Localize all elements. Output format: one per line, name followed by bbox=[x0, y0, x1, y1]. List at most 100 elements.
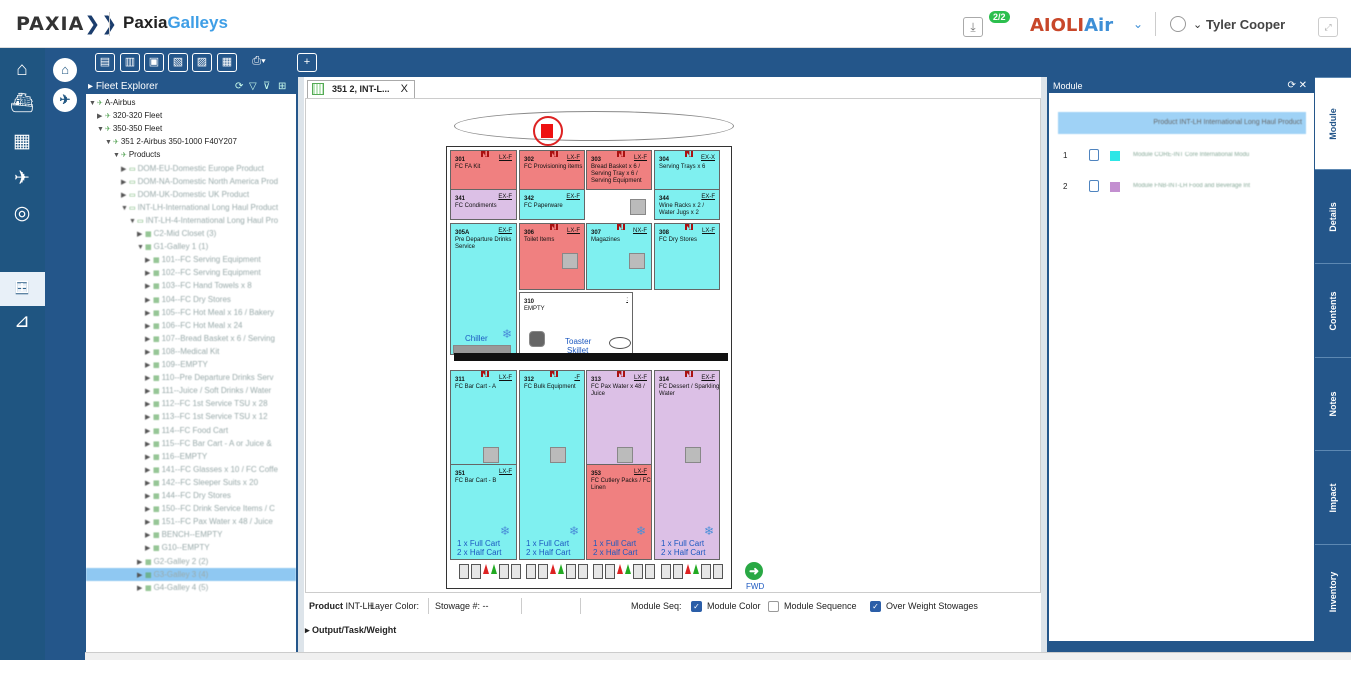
chevron-right-icon[interactable]: ▶ bbox=[145, 280, 153, 293]
chevron-right-icon[interactable]: ▶ bbox=[145, 411, 153, 424]
chevron-right-icon[interactable]: ▶ bbox=[137, 556, 145, 569]
galley-cell-304[interactable]: 304 EX-X Serving Trays x 6 bbox=[654, 150, 720, 190]
chevron-down-icon[interactable]: ▼ bbox=[105, 136, 113, 149]
over-weight-checkbox[interactable]: ✓ Over Weight Stowages bbox=[870, 601, 978, 613]
chevron-right-icon[interactable]: ▶ bbox=[145, 477, 153, 490]
grid-icon[interactable]: ⊞ bbox=[278, 79, 286, 94]
unlock-icon[interactable] bbox=[1089, 149, 1099, 161]
tab-galley[interactable]: 351 2, INT-L... X bbox=[307, 80, 415, 98]
chevron-right-icon[interactable]: ▶ bbox=[137, 582, 145, 595]
chevron-right-icon[interactable]: ▶ bbox=[145, 307, 153, 320]
chevron-right-icon[interactable]: ▶ bbox=[145, 359, 153, 372]
tree-node[interactable]: ▶ ▦ C2-Mid Closet (3) bbox=[137, 227, 216, 240]
download-icon[interactable]: ⤓ bbox=[963, 17, 983, 37]
tree-node[interactable]: ▼✈ 351 2-Airbus 350-1000 F40Y207 bbox=[105, 135, 237, 148]
tree-node[interactable]: ▶ ▦ 101--FC Serving Equipment bbox=[145, 253, 261, 266]
chevron-right-icon[interactable]: ▶ bbox=[145, 464, 153, 477]
add-icon[interactable]: + bbox=[297, 53, 317, 72]
network-icon[interactable]: ⊞ bbox=[8, 274, 36, 302]
module-row[interactable]: 2 Module FNB-INT-LH Food and Beverage Int bbox=[1063, 180, 1313, 194]
tree-node[interactable]: ▶ ▦ 142--FC Sleeper Suits x 20 bbox=[145, 476, 258, 489]
chevron-right-icon[interactable]: ▶ bbox=[97, 110, 105, 123]
tab-contents[interactable]: Contents bbox=[1315, 263, 1351, 357]
tree-node[interactable]: ▶ ▦ 109--EMPTY bbox=[145, 358, 208, 371]
chevron-down-icon[interactable]: ▼ bbox=[137, 241, 145, 254]
home-icon[interactable]: ⌂ bbox=[53, 58, 77, 82]
chevron-right-icon[interactable]: ▶ bbox=[145, 516, 153, 529]
chevron-right-icon[interactable]: ▶ bbox=[145, 490, 153, 503]
tree-node[interactable]: ▶ ▭ DOM-NA-Domestic North America Prod bbox=[121, 175, 278, 188]
chevron-down-icon[interactable]: ▼ bbox=[129, 215, 137, 228]
tree-node[interactable]: ▶ ▦ 141--FC Glasses x 10 / FC Coffe bbox=[145, 463, 278, 476]
tree-node[interactable]: ▶ ▦ G4-Galley 4 (5) bbox=[137, 581, 208, 594]
galley-copy-icon[interactable]: ▣ bbox=[144, 53, 164, 72]
flight-icon[interactable]: ⛴ bbox=[8, 90, 36, 118]
galley-cell-302[interactable]: 302 LX-F FC Provisioning items bbox=[519, 150, 585, 190]
tree-node[interactable]: ▶ ▦ 103--FC Hand Towels x 8 bbox=[145, 279, 252, 292]
splitter[interactable] bbox=[298, 77, 304, 660]
galley-cell-303[interactable]: 303 LX-F Bread Basket x 6 / Serving Tray x… bbox=[586, 150, 652, 190]
print-icon[interactable]: ⎙▾ bbox=[245, 53, 273, 72]
tab-impact[interactable]: Impact bbox=[1315, 450, 1351, 544]
chevron-right-icon[interactable]: ▶ bbox=[121, 189, 129, 202]
user-name[interactable]: Tyler Cooper bbox=[1206, 17, 1285, 32]
calendar-icon[interactable]: ▦ bbox=[217, 53, 237, 72]
galley-cell-342[interactable]: 342 EX-F FC Paperware bbox=[519, 190, 585, 220]
chevron-right-icon[interactable]: ▶ bbox=[121, 176, 129, 189]
galley-cell-344[interactable]: 344 EX-F Wine Racks x 2 / Water Jugs x 2 bbox=[654, 190, 720, 220]
tree-node[interactable]: ▶ ▦ 144--FC Dry Stores bbox=[145, 489, 231, 502]
chevron-right-icon[interactable]: ▶ bbox=[145, 385, 153, 398]
chevron-right-icon[interactable]: ▶ bbox=[137, 228, 145, 241]
chevron-right-icon[interactable]: ▶ bbox=[145, 438, 153, 451]
chevron-right-icon[interactable]: ▶ bbox=[145, 372, 153, 385]
tree-node[interactable]: ▶ ▦ 115--FC Bar Cart - A or Juice & bbox=[145, 437, 272, 450]
chevron-right-icon[interactable]: ▶ bbox=[145, 542, 153, 555]
chevron-right-icon[interactable]: ▶ bbox=[145, 254, 153, 267]
tree-node[interactable]: ▼✈ A-Airbus bbox=[89, 96, 136, 109]
chevron-right-icon[interactable]: ▶ bbox=[145, 267, 153, 280]
catering-icon[interactable]: ◎ bbox=[8, 200, 36, 228]
refresh-icon[interactable]: ⟳ bbox=[235, 79, 243, 94]
close-icon[interactable]: ⟳ ✕ bbox=[1287, 80, 1307, 91]
chevron-right-icon[interactable]: ▶ bbox=[145, 529, 153, 542]
galley-cell-308[interactable]: 308 LX-F FC Dry Stores bbox=[654, 223, 720, 290]
galley-compare-icon[interactable]: ▧ bbox=[168, 53, 188, 72]
chevron-right-icon[interactable]: ▶ bbox=[145, 451, 153, 464]
tree-node[interactable]: ▶ ▦ 106--FC Hot Meal x 24 bbox=[145, 319, 242, 332]
calendar-icon[interactable]: ▦ bbox=[8, 128, 36, 156]
chevron-right-icon[interactable]: ▶ bbox=[145, 503, 153, 516]
filter-clear-icon[interactable]: ⊽ bbox=[263, 79, 270, 94]
chevron-right-icon[interactable]: ▶ bbox=[145, 294, 153, 307]
tree-node[interactable]: ▶ ▦ 112--FC 1st Service TSU x 28 bbox=[145, 397, 268, 410]
tab-details[interactable]: Details bbox=[1315, 169, 1351, 263]
chevron-down-icon[interactable]: ⌄ bbox=[1133, 17, 1143, 31]
tree-node[interactable]: ▶ ▦ 107--Bread Basket x 6 / Serving bbox=[145, 332, 275, 345]
tree-node[interactable]: ▶ ▦ 108--Medical Kit bbox=[145, 345, 219, 358]
output-task-weight-toggle[interactable]: ▸ Output/Task/Weight bbox=[305, 625, 396, 636]
tree-node[interactable]: ▶ ▦ G2-Galley 2 (2) bbox=[137, 555, 208, 568]
tree-node[interactable]: ▶ ▦ 104--FC Dry Stores bbox=[145, 293, 231, 306]
chevron-down-icon[interactable]: ▼ bbox=[113, 149, 121, 162]
tree-node[interactable]: ▶ ▦ G10--EMPTY bbox=[145, 541, 210, 554]
chevron-down-icon[interactable]: ▼ bbox=[121, 202, 129, 215]
tree-node[interactable]: ▶ ▦ 111--Juice / Soft Drinks / Water bbox=[145, 384, 271, 397]
galley-layers-icon[interactable]: ▨ bbox=[192, 53, 212, 72]
chevron-right-icon[interactable]: ▶ bbox=[137, 569, 145, 582]
chevron-right-icon[interactable]: ▶ bbox=[121, 163, 129, 176]
chevron-right-icon[interactable]: ▶ bbox=[145, 346, 153, 359]
chevron-down-icon[interactable]: ▼ bbox=[97, 123, 105, 136]
tree-node[interactable]: ▼✈ 350-350 Fleet bbox=[97, 122, 162, 135]
galley-canvas[interactable]: 301 LX-F FC FA Kit 302 LX-F FC Provisioning i… bbox=[305, 98, 1041, 593]
tree-node[interactable]: ▶ ▦ 114--FC Food Cart bbox=[145, 424, 228, 437]
tab-notes[interactable]: Notes bbox=[1315, 357, 1351, 450]
tree-node[interactable]: ▶ ▦ 116--EMPTY bbox=[145, 450, 207, 463]
tab-inventory[interactable]: Inventory bbox=[1315, 544, 1351, 638]
tree-node[interactable]: ▼▭ INT-LH-International Long Haul Produc… bbox=[121, 201, 278, 214]
tree-node[interactable]: ▶ ✈ 320-320 Fleet bbox=[97, 109, 162, 122]
expand-icon[interactable]: ⤢ bbox=[1318, 17, 1338, 37]
galley-cell-301[interactable]: 301 LX-F FC FA Kit bbox=[450, 150, 517, 190]
home-icon[interactable]: ⌂ bbox=[8, 56, 36, 84]
galley-cell-341[interactable]: 341 EX-F FC Condiments bbox=[450, 190, 517, 220]
tree-node[interactable]: ▼✈ Products bbox=[113, 148, 160, 161]
tree-node[interactable]: ▶ ▦ 150--FC Drink Service Items / C bbox=[145, 502, 275, 515]
